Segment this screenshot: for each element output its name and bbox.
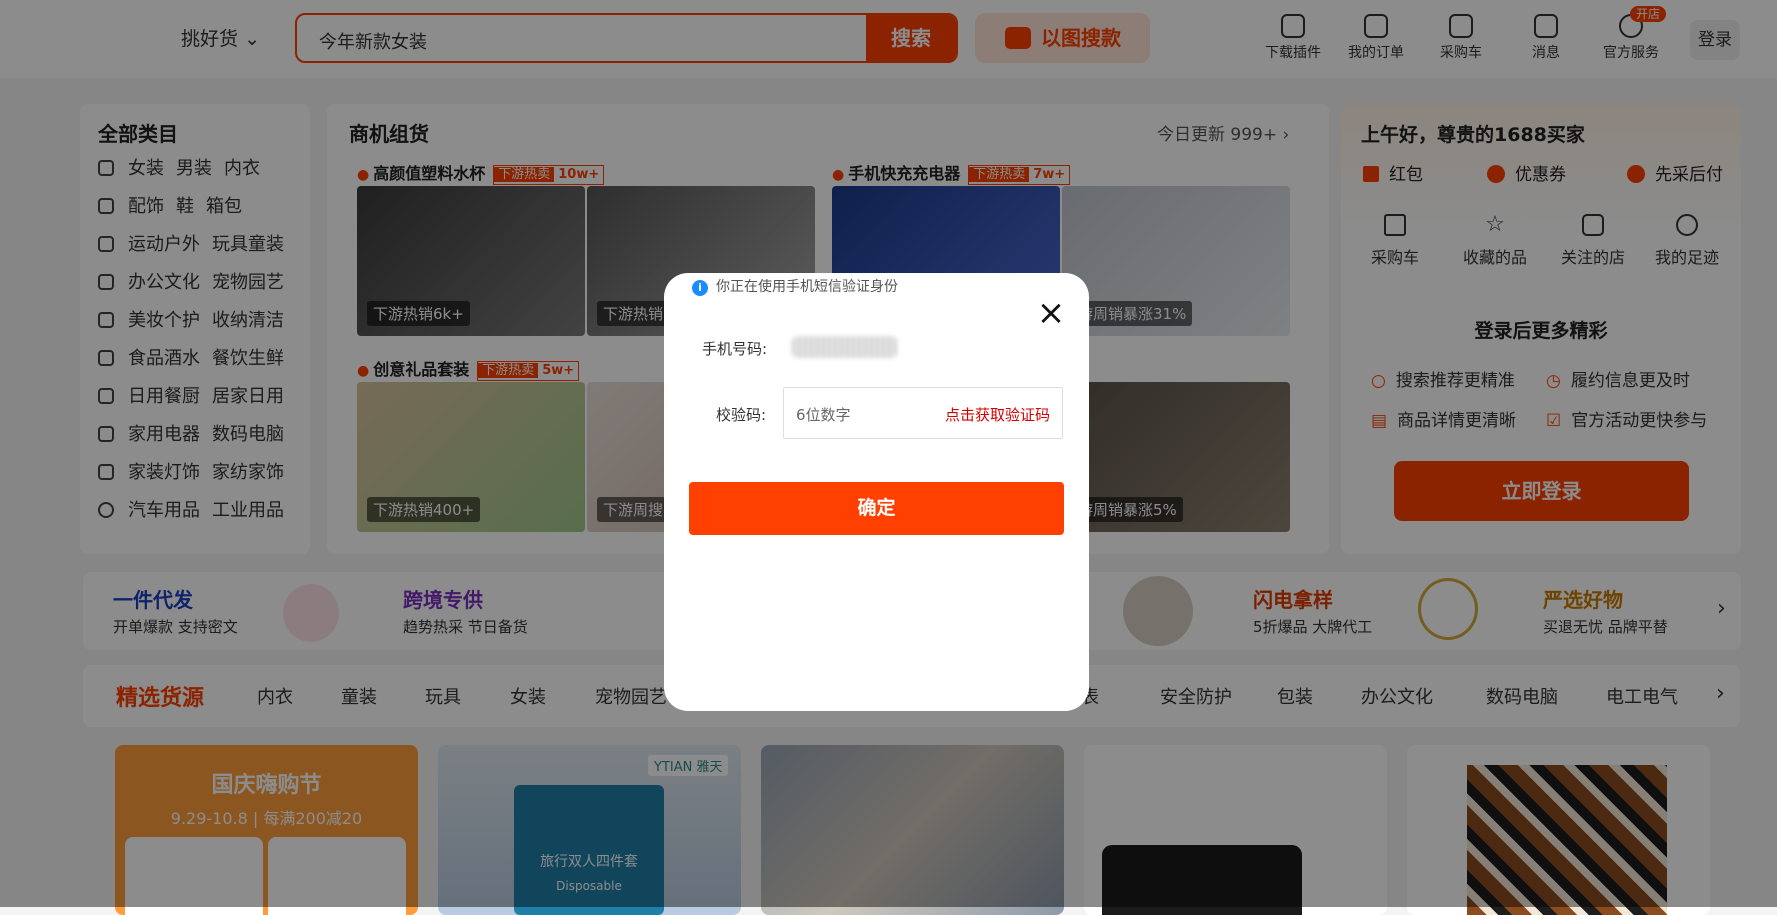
sms-verify-dialog: i 你正在使用手机短信验证身份 × 手机号码: 校验码: 6位数字 点击获取验证码… [664, 273, 1089, 711]
masked-phone-number [792, 336, 897, 358]
code-label: 校验码: [716, 406, 767, 424]
verification-code-input[interactable]: 6位数字 点击获取验证码 [783, 387, 1063, 439]
get-code-link[interactable]: 点击获取验证码 [945, 404, 1050, 425]
phone-label: 手机号码: [702, 340, 768, 358]
info-message: i 你正在使用手机短信验证身份 [692, 276, 898, 296]
close-icon[interactable]: × [1036, 296, 1066, 330]
info-text: 你正在使用手机短信验证身份 [716, 279, 898, 295]
code-placeholder: 6位数字 [796, 406, 851, 424]
info-icon: i [692, 280, 708, 296]
confirm-button[interactable]: 确定 [689, 482, 1064, 535]
